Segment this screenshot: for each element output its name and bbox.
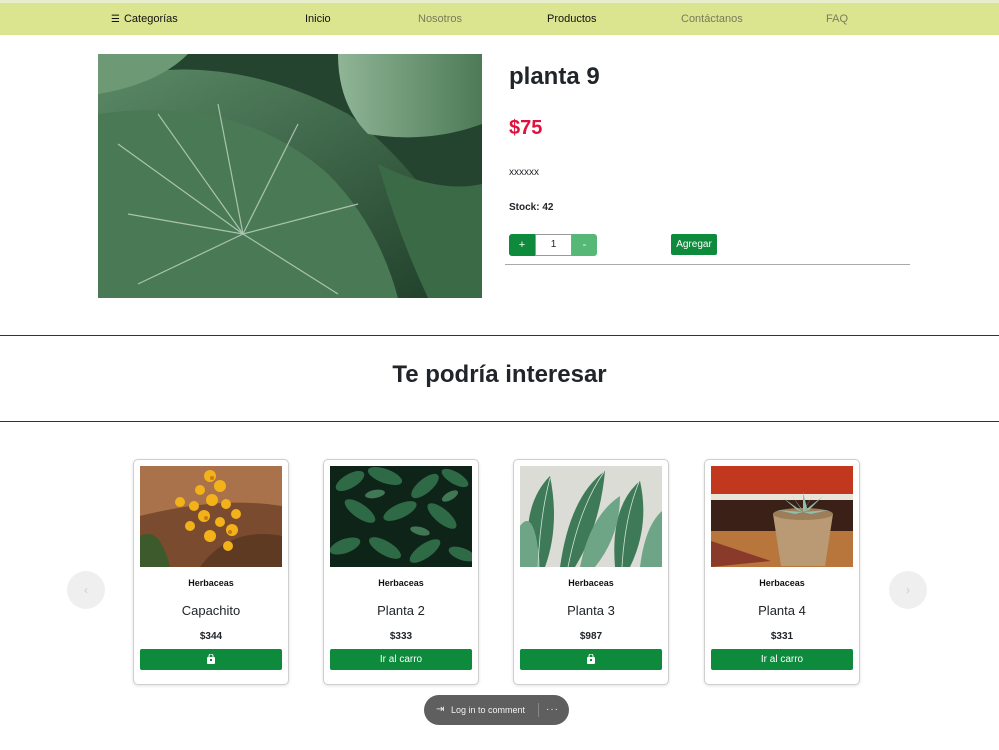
product-card-cart-button[interactable]: Ir al carro [711, 649, 853, 670]
product-card-price: $331 [770, 631, 794, 642]
nav-link-faq[interactable]: FAQ [826, 13, 848, 26]
quantity-input[interactable]: 1 [535, 234, 572, 256]
product-card-category: Herbaceas [568, 578, 614, 588]
product-price: $75 [509, 117, 543, 139]
login-to-comment-label: Log in to comment [451, 705, 526, 715]
product-card-cart-button[interactable]: Ir al carro [330, 649, 472, 670]
product-card[interactable]: Herbaceas Capachito $344 [133, 459, 289, 685]
product-card-price: $333 [389, 631, 413, 642]
more-options-icon[interactable]: ··· [546, 695, 559, 725]
product-card-image [140, 466, 282, 567]
product-card-image [520, 466, 662, 567]
product-card[interactable]: Herbaceas Planta 2 $333 Ir al carro [323, 459, 479, 685]
product-stock: Stock: 42 [509, 202, 554, 213]
product-card-category: Herbaceas [378, 578, 424, 588]
product-title: planta 9 [509, 63, 600, 90]
product-card-category: Herbaceas [188, 578, 234, 588]
shopping-bag-icon [206, 653, 216, 665]
product-card[interactable]: Herbaceas Planta 3 $987 [513, 459, 669, 685]
chevron-left-icon: ‹ [84, 583, 88, 597]
login-to-comment-pill[interactable]: ⇥ Log in to comment ··· [424, 695, 569, 725]
related-section-title: Te podría interesar [392, 361, 607, 388]
nav-link-productos[interactable]: Productos [547, 13, 597, 26]
product-card-price: $344 [199, 631, 223, 642]
chevron-right-icon: › [906, 583, 910, 597]
menu-icon: ☰ [111, 14, 120, 25]
product-description: xxxxxx [509, 167, 539, 178]
login-icon: ⇥ [436, 704, 445, 715]
section-divider-top [0, 335, 999, 336]
product-card[interactable]: Herbaceas Planta 4 $331 Ir al carro [704, 459, 860, 685]
product-card-name: Planta 2 [377, 603, 425, 618]
product-card-name: Capachito [181, 603, 241, 618]
product-divider [505, 264, 910, 265]
pill-separator [538, 703, 539, 717]
section-divider-bottom [0, 421, 999, 422]
product-card-image [711, 466, 853, 567]
product-image [98, 54, 482, 298]
carousel-next-button[interactable]: › [889, 571, 927, 609]
product-card-category: Herbaceas [759, 578, 805, 588]
product-card-price: $987 [579, 631, 603, 642]
product-card-name: Planta 4 [758, 603, 806, 618]
categories-menu-button[interactable]: ☰ Categorías [111, 13, 178, 26]
nav-link-inicio[interactable]: Inicio [305, 13, 331, 26]
carousel-prev-button[interactable]: ‹ [67, 571, 105, 609]
product-card-cart-button[interactable] [140, 649, 282, 670]
nav-link-contactanos[interactable]: Contáctanos [681, 13, 743, 26]
categories-label: Categorías [123, 13, 178, 25]
add-to-cart-button[interactable]: Agregar [671, 234, 717, 255]
quantity-decrease-button[interactable]: - [572, 234, 597, 256]
top-navbar: ☰ Categorías Inicio Nosotros Productos Co… [0, 0, 999, 35]
nav-link-nosotros[interactable]: Nosotros [418, 13, 462, 26]
shopping-bag-icon [586, 653, 596, 665]
product-card-cart-button[interactable] [520, 649, 662, 670]
product-card-image [330, 466, 472, 567]
product-card-name: Planta 3 [567, 603, 615, 618]
quantity-increase-button[interactable]: + [509, 234, 535, 256]
